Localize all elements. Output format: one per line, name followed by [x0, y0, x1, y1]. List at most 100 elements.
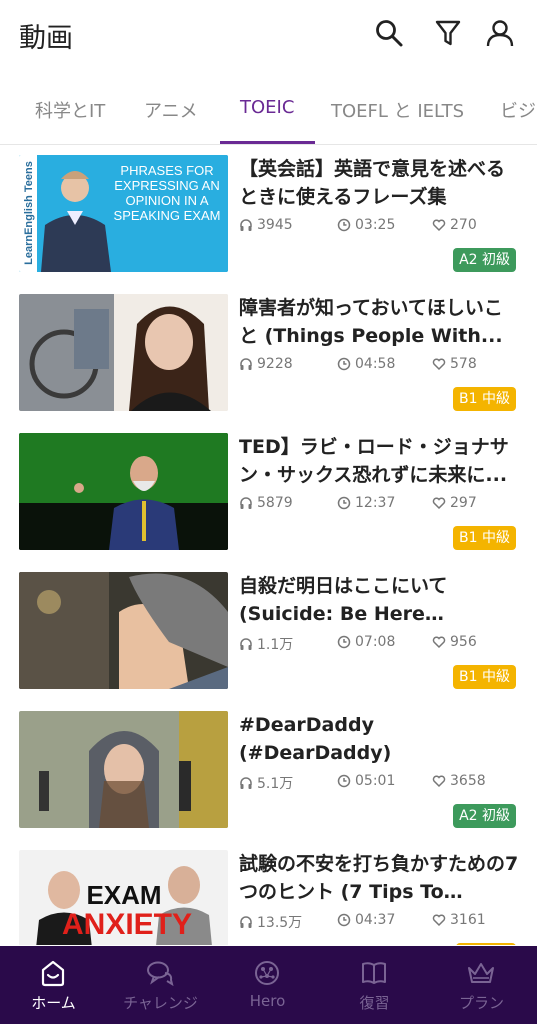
like-count: 297 [432, 495, 477, 511]
nav-label: チャレンジ [123, 994, 198, 1012]
heart-icon [432, 775, 446, 788]
video-item[interactable]: EXAM ANXIETY 試験の不安を打ち負かすための7つのヒント (7 Tip… [0, 840, 537, 945]
listen-count: 1.1万 [239, 634, 293, 654]
clock-icon [337, 913, 351, 927]
headphones-icon [240, 638, 252, 650]
video-list: LearnEnglish Teens PHRASES FOR EXPRESSIN… [0, 145, 537, 945]
heart-icon [432, 914, 446, 927]
like-count: 578 [432, 356, 477, 372]
tab-toeic[interactable]: TOEIC [240, 97, 294, 118]
duration: 04:58 [337, 356, 395, 372]
nav-label: プラン [458, 994, 504, 1012]
video-thumbnail[interactable] [19, 711, 228, 828]
tab-anime[interactable]: アニメ [144, 97, 198, 123]
thumbnail-brand-text: LearnEnglish Teens [23, 161, 35, 265]
thumbnail-headline-text: ANXIETY [61, 908, 193, 941]
book-icon [362, 962, 386, 984]
like-count-value: 3658 [450, 773, 486, 789]
video-title[interactable]: 自殺だ明日はここにいて (Suicide: Be Here Tomorrow.) [239, 572, 521, 628]
heart-icon [432, 636, 446, 649]
duration: 04:37 [337, 912, 395, 928]
level-badge: A2 初級 [453, 804, 516, 828]
video-thumbnail[interactable] [19, 294, 228, 411]
like-count: 270 [432, 217, 477, 233]
duration-value: 05:01 [355, 773, 396, 789]
listen-count-value: 1.1万 [257, 637, 294, 653]
app-header: 動画 [0, 0, 537, 72]
duration-value: 03:25 [355, 217, 396, 233]
duration: 05:01 [337, 773, 395, 789]
video-item[interactable]: 障害者が知っておいてほしいこと (Things People With... 9… [0, 284, 537, 423]
clock-icon [337, 774, 351, 788]
video-thumbnail[interactable]: EXAM ANXIETY [19, 850, 228, 945]
duration-value: 12:37 [355, 495, 396, 511]
listen-count-value: 3945 [257, 217, 293, 233]
duration: 12:37 [337, 495, 395, 511]
nav-plan[interactable]: プラン [428, 946, 535, 1024]
nav-label: 復習 [359, 994, 390, 1012]
like-count: 3658 [432, 773, 486, 789]
tab-toefl-ielts[interactable]: TOEFL と IELTS [331, 97, 464, 123]
heart-icon [432, 358, 446, 371]
video-title[interactable]: 試験の不安を打ち負かすための7つのヒント (7 Tips To Beat... [239, 850, 521, 906]
tab-business[interactable]: ビジ [500, 97, 536, 123]
listen-count-value: 5879 [257, 495, 293, 511]
crown-icon [468, 963, 494, 983]
video-item[interactable]: #DearDaddy (#DearDaddy) 5.1万 05:01 3658 … [0, 701, 537, 840]
headphones-icon [240, 219, 252, 231]
video-thumbnail[interactable] [19, 572, 228, 689]
bottom-navigation: ホーム チャレンジ Hero 復習 プラン [0, 946, 537, 1024]
video-title[interactable]: 障害者が知っておいてほしいこと (Things People With... [239, 294, 521, 350]
video-item[interactable]: LearnEnglish Teens PHRASES FOR EXPRESSIN… [0, 145, 537, 284]
level-badge: B1 中級 [453, 526, 516, 550]
level-badge: B1 中級 [453, 665, 516, 689]
duration-value: 07:08 [355, 634, 396, 650]
thumbnail-headline-text: PHRASES FOR EXPRESSING AN OPINION IN A S… [113, 163, 221, 223]
listen-count: 9228 [239, 356, 293, 372]
headphones-icon [240, 358, 252, 370]
nav-challenge[interactable]: チャレンジ [107, 946, 214, 1024]
like-count-value: 956 [450, 634, 477, 650]
clock-icon [337, 496, 351, 510]
nav-label: Hero [249, 992, 286, 1010]
home-icon [41, 960, 65, 987]
heart-icon [432, 497, 446, 510]
listen-count-value: 9228 [257, 356, 293, 372]
user-icon[interactable] [484, 17, 516, 49]
video-thumbnail[interactable]: LearnEnglish Teens PHRASES FOR EXPRESSIN… [19, 155, 228, 272]
video-item[interactable]: 自殺だ明日はここにいて (Suicide: Be Here Tomorrow.)… [0, 562, 537, 701]
video-title[interactable]: 【英会話】英語で意見を述べるときに使えるフレーズ集 [239, 155, 521, 211]
like-count-value: 3161 [450, 912, 486, 928]
like-count: 3161 [432, 912, 486, 928]
duration-value: 04:37 [355, 912, 396, 928]
video-thumbnail[interactable] [19, 433, 228, 550]
listen-count: 3945 [239, 217, 293, 233]
duration: 03:25 [337, 217, 395, 233]
headphones-icon [240, 777, 252, 789]
level-badge: A2 初級 [453, 248, 516, 272]
chat-icon [147, 961, 174, 987]
level-badge [456, 943, 516, 945]
duration-value: 04:58 [355, 356, 396, 372]
clock-icon [337, 357, 351, 371]
nav-review[interactable]: 復習 [321, 946, 428, 1024]
headphones-icon [240, 916, 252, 928]
like-count-value: 270 [450, 217, 477, 233]
duration: 07:08 [337, 634, 395, 650]
headphones-icon [240, 497, 252, 509]
like-count-value: 578 [450, 356, 477, 372]
nav-hero[interactable]: Hero [214, 946, 321, 1024]
search-icon[interactable] [373, 17, 405, 49]
tab-science-it[interactable]: 科学とIT [35, 97, 105, 123]
filter-icon[interactable] [432, 17, 464, 49]
video-item[interactable]: TED】ラビ・ロード・ジョナサン・サックス恐れずに未来に... 5879 12:… [0, 423, 537, 562]
clock-icon [337, 218, 351, 232]
nav-home[interactable]: ホーム [0, 946, 107, 1024]
like-count-value: 297 [450, 495, 477, 511]
thumbnail-headline-text: EXAM [86, 880, 162, 910]
video-title[interactable]: TED】ラビ・ロード・ジョナサン・サックス恐れずに未来に... [239, 433, 521, 489]
video-title[interactable]: #DearDaddy (#DearDaddy) [239, 711, 521, 767]
category-tabs: 科学とIT アニメ TOEIC TOEFL と IELTS ビジ [0, 72, 537, 144]
listen-count-value: 5.1万 [257, 776, 294, 792]
nav-label: ホーム [31, 994, 76, 1012]
